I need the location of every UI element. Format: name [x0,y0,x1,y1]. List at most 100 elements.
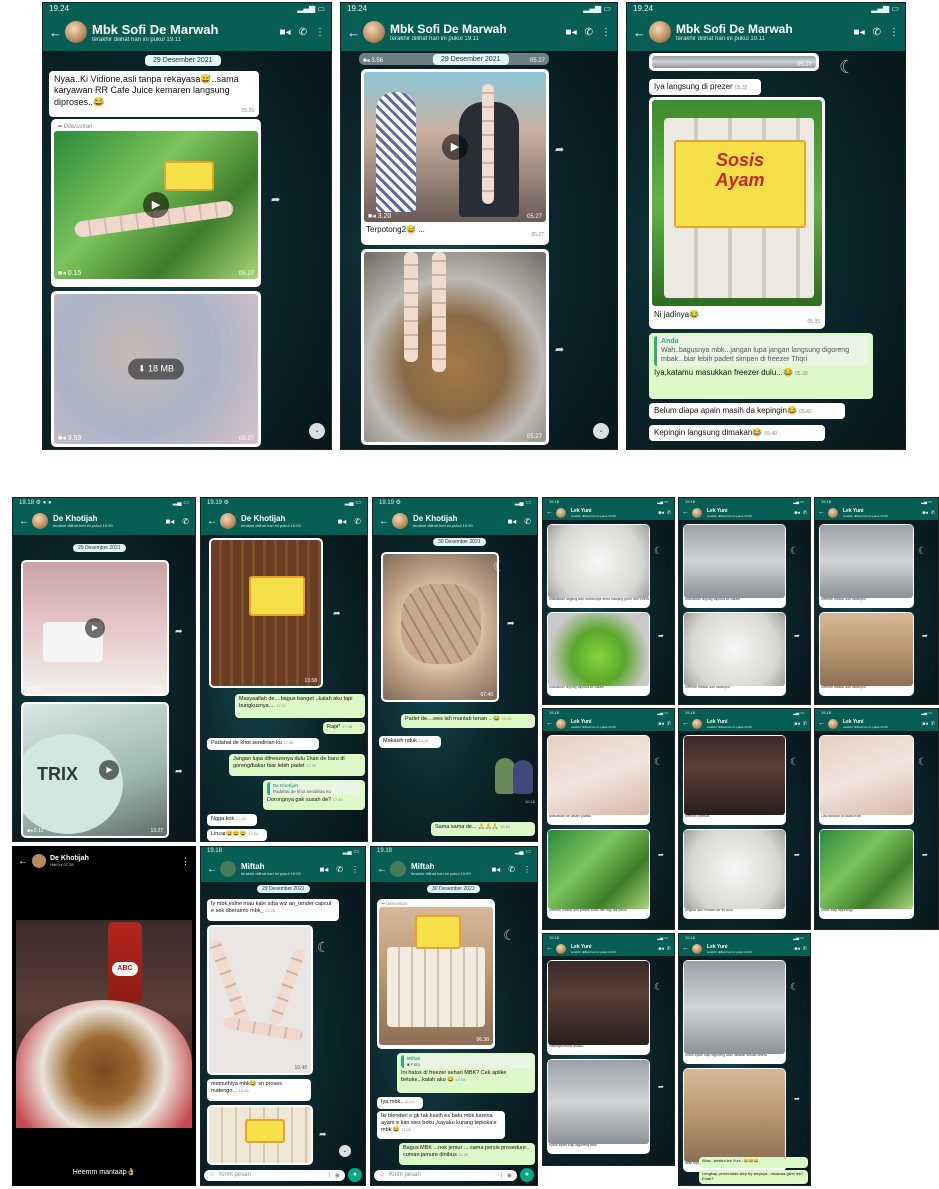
share-arrow-icon[interactable]: ➦ [319,1129,327,1140]
back-arrow-icon[interactable]: ← [347,25,360,40]
message-bubble[interactable]: Kepingin langsung dimakan😂 05.40 [649,425,825,441]
message-bubble[interactable]: mamuthiya mbk😂 sn proses matengo... 16.2… [207,1079,311,1101]
video-message[interactable]: ➦ Diteruskan ▶ ■◂ 0.15 05.27 [51,119,261,287]
message-bubble[interactable]: Belum diapa apain masih da kepingin😂 05.… [649,403,845,419]
message-input[interactable]: ☺ Kirim pesan ⌇ ◉ [204,1169,345,1181]
avatar[interactable] [692,718,702,729]
camera-icon[interactable]: ◉ [507,1172,512,1179]
back-arrow-icon[interactable]: ← [682,509,689,516]
image-message[interactable]: Setelah masuk dan dicampur [819,524,914,608]
image-message[interactable]: Sosis Ayam Ni jadinya😂 05.35 [649,97,825,329]
share-arrow-icon[interactable]: ➦ [658,1083,664,1091]
video-call-icon[interactable]: ■◂ [794,510,800,516]
share-arrow-icon[interactable]: ➦ [555,143,564,156]
phone-call-icon[interactable]: ✆ [667,946,671,952]
video-call-icon[interactable]: ■◂ [280,27,291,38]
sticker[interactable]: 10.16 [491,752,535,804]
image-message[interactable]: Hasilnya murai murai2 [547,960,650,1055]
more-menu-icon[interactable]: ⋮ [601,27,611,38]
message-bubble[interactable]: Padahal de khot sendirian ku 17.38 [207,738,319,750]
video-thumbnail[interactable]: ▶ ■◂ 0.14 13.27 [23,562,167,694]
message-bubble[interactable]: Rapi* 17.38 [323,722,365,734]
message-bubble[interactable]: Masyaallah de....bagus banget ..kalah ak… [235,694,365,718]
image-message[interactable]: ➦ Diteruskan 06.38 [377,899,495,1049]
video-call-icon[interactable]: ■◂ [319,865,328,874]
share-arrow-icon[interactable]: ➦ [922,851,928,859]
video-thumbnail[interactable]: ▶ ■◂ 0.15 05.27 [54,131,258,279]
video-call-icon[interactable]: ■◂ [658,510,664,516]
mic-icon[interactable]: ● [348,1168,362,1182]
contact-name[interactable]: De Khotijah [53,514,157,523]
avatar[interactable] [828,718,838,729]
image-message[interactable]: Masukkan ke dalam plastik [547,735,650,825]
phone-call-icon[interactable]: ✆ [354,517,361,526]
back-arrow-icon[interactable]: ← [546,945,553,952]
contact-name[interactable]: Mbk Sofi De Marwah [676,22,846,36]
contact-name[interactable]: Miftah [241,862,311,871]
emoji-icon[interactable]: ☺ [379,1172,385,1178]
phone-call-icon[interactable]: ✆ [299,27,307,38]
back-arrow-icon[interactable]: ← [207,864,217,875]
video-message[interactable]: ▶ ■◂ 0.14 13.27 [21,560,169,696]
video-call-icon[interactable]: ■◂ [854,27,865,38]
share-arrow-icon[interactable]: ➦ [507,618,515,629]
image-message[interactable]: Setelah masuk dim plastik sosis dan digi… [547,829,650,919]
phone-call-icon[interactable]: ✆ [931,510,935,516]
quoted-message[interactable]: Miftah ■ Foto [401,1055,531,1069]
avatar[interactable] [828,507,838,518]
back-arrow-icon[interactable]: ← [49,25,62,40]
message-input[interactable]: ☺ Kirim pesan ⌇ ◉ [374,1169,517,1181]
contact-name[interactable]: De Khotijah [241,514,329,523]
avatar[interactable] [649,21,671,43]
camera-icon[interactable]: ◉ [335,1172,340,1179]
back-arrow-icon[interactable]: ← [546,509,553,516]
message-bubble[interactable]: Iya mbk.. 11.22 [377,1097,423,1109]
share-arrow-icon[interactable]: ➦ [658,851,664,859]
video-download-message[interactable]: ⬇ 18 MB ■◂ 3.59 05.27 [51,291,261,447]
message-bubble[interactable]: Wow...bestini lek Yuni.. 😂😂😂 [699,1157,808,1168]
message-bubble[interactable]: Sama sama de... 🙏🙏🙏 10.51 [431,822,535,836]
quoted-message[interactable]: Anda Wah..bagusnya mbk...jangan lupa jang… [654,336,868,367]
play-icon[interactable]: ▶ [143,192,169,218]
video-thumbnail[interactable]: TRIX ▶ ■◂ 0.12 13.27 [23,704,167,836]
contact-name[interactable]: Miftah [411,862,483,871]
image-message[interactable]: 07.40 [381,552,499,702]
more-menu-icon[interactable]: ⋮ [181,856,190,867]
video-call-icon[interactable]: ■◂ [794,946,800,952]
mic-icon[interactable]: ● [520,1168,534,1182]
phone-call-icon[interactable]: ✆ [508,865,515,874]
avatar[interactable] [363,21,385,43]
phone-call-icon[interactable]: ✆ [803,946,807,952]
download-button[interactable]: ⬇ 18 MB [127,358,185,380]
video-call-icon[interactable]: ■◂ [922,721,928,727]
phone-call-icon[interactable]: ✆ [803,510,807,516]
message-bubble[interactable]: Iki blenderi e gk tak kasih es batu mbk,… [377,1111,505,1139]
image-message[interactable]: Setelah direbus [683,735,786,825]
video-call-icon[interactable]: ■◂ [658,721,664,727]
image-message[interactable]: 13.58 [209,538,323,688]
video-call-icon[interactable]: ■◂ [491,865,500,874]
message-bubble[interactable]: Makasih nduk 10.15 [379,736,441,748]
message-bubble[interactable]: Lengkap pembuntas step by stepnya...nisa… [699,1170,808,1184]
back-arrow-icon[interactable]: ← [682,945,689,952]
image-message[interactable]: Sosis ayam siap digoreng atau dibakar se… [683,960,786,1064]
back-arrow-icon[interactable]: ← [818,720,825,727]
avatar[interactable] [32,854,46,868]
quoted-message[interactable]: De Khotijah Padahal de khot sendirian ku [267,782,361,796]
avatar[interactable] [692,943,702,954]
avatar[interactable] [390,861,406,877]
image-message[interactable]: Setelah masuk dan dicampur [819,612,914,696]
image-message[interactable] [207,1105,313,1165]
share-arrow-icon[interactable]: ➦ [175,626,183,637]
message-bubble[interactable]: Ngga kok 17.45 [207,814,257,826]
image-message[interactable]: Lalu simpan di lokasi frize [819,735,914,825]
video-call-icon[interactable]: ■◂ [658,946,664,952]
avatar[interactable] [32,513,48,529]
message-bubble[interactable]: Nyaa..Ki Vidione,asli tanpa rekayasa😅..s… [49,71,259,117]
scroll-down-icon[interactable]: ⌄ [339,1145,351,1157]
share-arrow-icon[interactable]: ➦ [271,193,280,206]
video-message[interactable]: ▶ ■◂ 3.20 05.27 Terpotong2😅 ... 05.27 [361,69,549,245]
more-menu-icon[interactable]: ⋮ [889,27,899,38]
video-thumbnail[interactable]: ▶ ■◂ 3.20 05.27 [364,72,546,222]
image-message[interactable]: 05.27 [361,249,549,445]
